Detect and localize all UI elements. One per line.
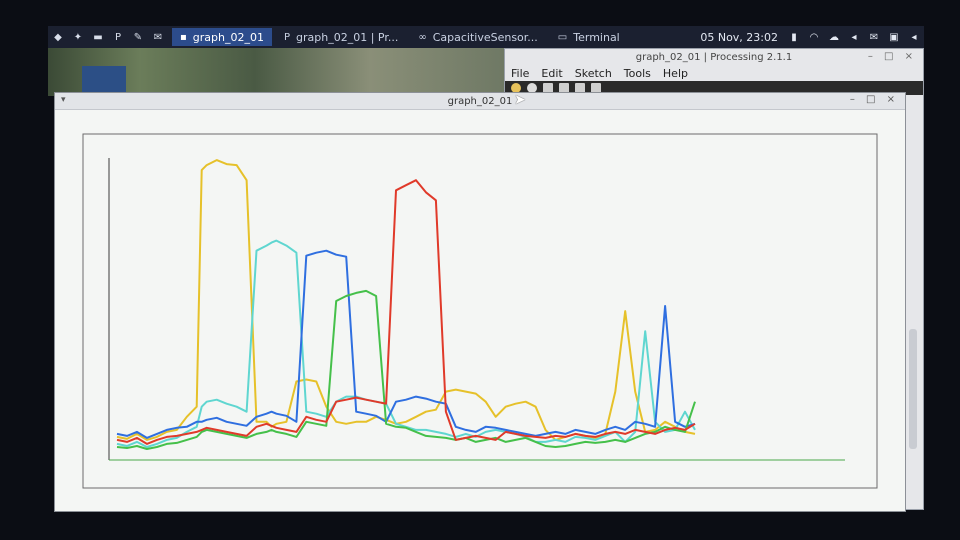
window-controls[interactable]: – □ × [850,94,899,105]
app-menu-icon[interactable]: ◆ [52,31,64,43]
series-line-2 [116,239,696,448]
wifi-icon[interactable]: ◠ [808,31,820,43]
menu-tools[interactable]: Tools [624,67,651,80]
workspace-icon[interactable]: ▣ [888,31,900,43]
menu-sketch[interactable]: Sketch [575,67,612,80]
graph-window: ▾ graph_02_01 – □ × [54,92,906,512]
task-terminal[interactable]: ▭ Terminal [550,28,628,46]
pen-icon[interactable]: ✎ [132,31,144,43]
editor-titlebar[interactable]: graph_02_01 | Processing 2.1.1 – □ × [505,49,923,65]
task-processing-editor[interactable]: P graph_02_01 | Pr... [276,28,406,46]
taskbar: ◆ ✦ ▬ P ✎ ✉ ▪ graph_02_01 P graph_02_01 … [48,26,924,48]
series-line-3 [116,249,696,439]
editor-menubar: File Edit Sketch Tools Help [505,65,923,81]
task-graph-window[interactable]: ▪ graph_02_01 [172,28,272,46]
battery-icon[interactable]: ▮ [788,31,800,43]
terminal-icon: ▭ [557,31,568,43]
window-controls[interactable]: – □ × [868,51,917,62]
network-icon[interactable]: ☁ [828,31,840,43]
sensor-graph [82,133,878,489]
editor-scrollbar[interactable] [909,329,917,449]
processing-icon[interactable]: P [112,31,124,43]
series-line-1 [116,159,696,441]
speaker-icon[interactable]: ◂ [908,31,920,43]
menu-help[interactable]: Help [663,67,688,80]
task-label: Terminal [573,30,620,44]
clock[interactable]: 05 Nov, 23:02 [700,31,778,44]
mail-tray-icon[interactable]: ✉ [868,31,880,43]
task-label: graph_02_01 | Pr... [296,30,399,44]
processing-icon: P [283,31,291,43]
editor-title: graph_02_01 | Processing 2.1.1 [635,51,793,63]
folder-icon[interactable]: ▬ [92,31,104,43]
mail-icon[interactable]: ✉ [152,31,164,43]
menu-edit[interactable]: Edit [541,67,562,80]
task-label: graph_02_01 [192,30,264,44]
desktop-wallpaper [48,48,508,96]
mouse-cursor-icon: ➤ [514,92,526,108]
graph-title: graph_02_01 [447,95,513,107]
graph-titlebar[interactable]: ▾ graph_02_01 – □ × [55,93,905,110]
volume-icon[interactable]: ◂ [848,31,860,43]
bird-icon[interactable]: ✦ [72,31,84,43]
task-label: CapacitiveSensor... [432,30,538,44]
arduino-icon: ∞ [418,31,427,43]
series-group [116,159,696,450]
wallpaper-image [82,66,126,94]
window-icon: ▪ [180,31,187,43]
menu-file[interactable]: File [511,67,529,80]
task-capacitive-sensor[interactable]: ∞ CapacitiveSensor... [410,28,545,46]
window-menu-icon[interactable]: ▾ [61,95,66,105]
